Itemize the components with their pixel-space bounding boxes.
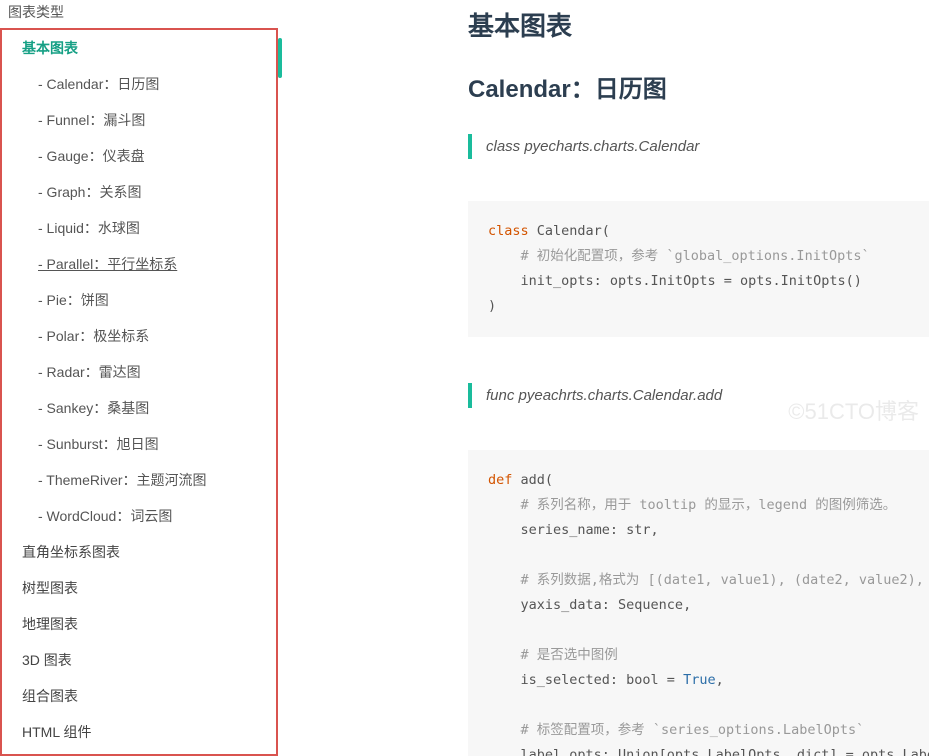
main-content: 基本图表 Calendar：日历图 class pyecharts.charts…	[288, 0, 929, 756]
section-title: Calendar：日历图	[468, 69, 929, 134]
class-signature-quote: class pyecharts.charts.Calendar	[468, 134, 929, 159]
nav-item-gauge[interactable]: - Gauge：仪表盘	[2, 138, 276, 174]
code-comment: # 是否选中图例	[488, 647, 618, 663]
code-line: series_name: str,	[488, 522, 659, 538]
nav-item-polar[interactable]: - Polar：极坐标系	[2, 318, 276, 354]
keyword-def: def	[488, 472, 512, 488]
nav-section-rect[interactable]: 直角坐标系图表	[2, 534, 276, 570]
code-block-def: def add( # 系列名称，用于 tooltip 的显示，legend 的图…	[468, 450, 929, 756]
nav-item-radar[interactable]: - Radar：雷达图	[2, 354, 276, 390]
nav-item-sankey[interactable]: - Sankey：桑基图	[2, 390, 276, 426]
nav-item-parallel[interactable]: - Parallel：平行坐标系	[2, 246, 276, 282]
nav-item-sunburst[interactable]: - Sunburst：旭日图	[2, 426, 276, 462]
code-comment: # 系列名称，用于 tooltip 的显示，legend 的图例筛选。	[488, 497, 896, 513]
active-marker	[278, 38, 282, 78]
nav-item-graph[interactable]: - Graph：关系图	[2, 174, 276, 210]
nav-section-compose[interactable]: 组合图表	[2, 678, 276, 714]
nav-section-geo[interactable]: 地理图表	[2, 606, 276, 642]
nav-item-liquid[interactable]: - Liquid：水球图	[2, 210, 276, 246]
nav-section-tree[interactable]: 树型图表	[2, 570, 276, 606]
nav-item-calendar[interactable]: - Calendar：日历图	[2, 66, 276, 102]
divider	[278, 0, 288, 756]
nav-section-html[interactable]: HTML 组件	[2, 714, 276, 750]
code-line: init_opts: opts.InitOpts = opts.InitOpts…	[488, 273, 862, 289]
keyword-class: class	[488, 223, 529, 239]
nav-section-basic[interactable]: 基本图表	[2, 30, 276, 66]
page-title: 基本图表	[468, 0, 929, 69]
nav-item-pie[interactable]: - Pie：饼图	[2, 282, 276, 318]
code-line: is_selected: bool = True,	[488, 672, 724, 688]
code-line: )	[488, 298, 496, 314]
sidebar-header: 图表类型	[0, 0, 278, 30]
def-name: add(	[512, 472, 553, 488]
code-line: label_opts: Union[opts.LabelOpts, dict] …	[488, 747, 929, 756]
code-comment: # 系列数据,格式为 [(date1, value1), (date2, val…	[488, 572, 929, 588]
nav-item-funnel[interactable]: - Funnel：漏斗图	[2, 102, 276, 138]
func-signature-quote: func pyeachrts.charts.Calendar.add	[468, 383, 929, 408]
code-block-class: class Calendar( # 初始化配置项，参考 `global_opti…	[468, 201, 929, 337]
code-comment: # 标签配置项，参考 `series_options.LabelOpts`	[488, 722, 864, 738]
code-line: yaxis_data: Sequence,	[488, 597, 691, 613]
class-name: Calendar(	[529, 223, 610, 239]
nav-item-themeriver[interactable]: - ThemeRiver：主题河流图	[2, 462, 276, 498]
nav-section-3d[interactable]: 3D 图表	[2, 642, 276, 678]
code-comment: # 初始化配置项，参考 `global_options.InitOpts`	[488, 248, 870, 264]
sidebar: 图表类型 基本图表 - Calendar：日历图 - Funnel：漏斗图 - …	[0, 0, 278, 756]
nav-item-wordcloud[interactable]: - WordCloud：词云图	[2, 498, 276, 534]
